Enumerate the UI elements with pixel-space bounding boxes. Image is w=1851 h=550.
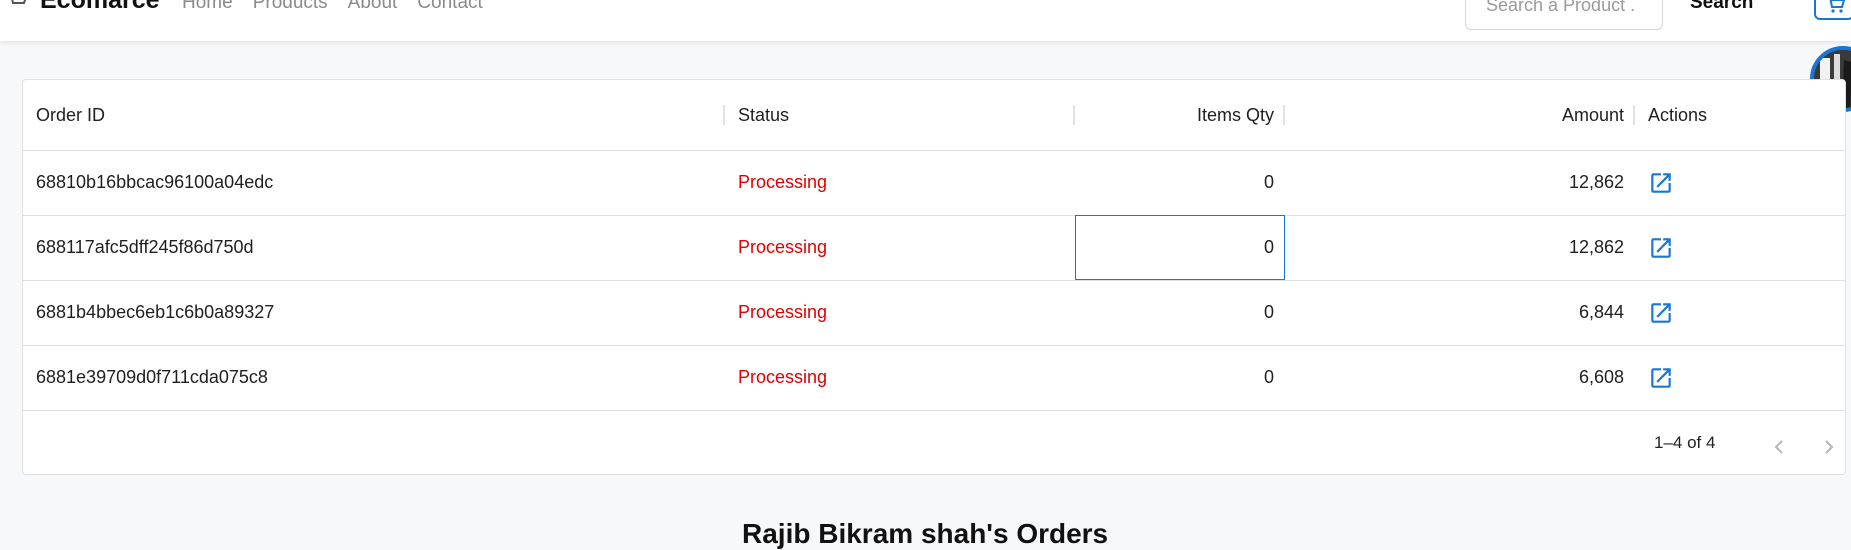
items-qty-cell-focused[interactable]: 0	[1075, 215, 1285, 280]
actions-cell	[1635, 215, 1835, 280]
column-separator[interactable]	[723, 105, 725, 125]
column-header-amount[interactable]: Amount	[1285, 80, 1635, 150]
items-qty-cell[interactable]: 0	[1075, 150, 1285, 215]
view-order-button[interactable]	[1648, 300, 1674, 326]
navbar: Ecomarce Home Products About Contact Sea…	[0, 0, 1851, 41]
orders-data-grid: Order ID Status Items Qty Amount Actions…	[22, 79, 1846, 475]
table-row[interactable]: 688117afc5dff245f86d750d Processing 0 12…	[23, 215, 1845, 281]
table-row[interactable]: 68810b16bbcac96100a04edc Processing 0 12…	[23, 150, 1845, 216]
amount-cell[interactable]: 12,862	[1285, 150, 1635, 215]
column-header-items-qty[interactable]: Items Qty	[1075, 80, 1285, 150]
open-in-new-icon	[1651, 237, 1671, 258]
table-row[interactable]: 6881b4bbec6eb1c6b0a89327 Processing 0 6,…	[23, 280, 1845, 346]
nav-link-products[interactable]: Products	[253, 0, 328, 14]
status-cell[interactable]: Processing	[725, 280, 1075, 345]
column-header-status[interactable]: Status	[725, 80, 1075, 150]
actions-cell	[1635, 150, 1835, 215]
chevron-left-icon	[1774, 440, 1783, 454]
view-order-button[interactable]	[1648, 170, 1674, 196]
column-separator[interactable]	[1073, 105, 1075, 125]
status-cell[interactable]: Processing	[725, 345, 1075, 410]
nav-links: Home Products About Contact	[182, 0, 483, 14]
status-cell[interactable]: Processing	[725, 215, 1075, 280]
amount-cell[interactable]: 6,608	[1285, 345, 1635, 410]
grid-footer: 1–4 of 4	[23, 411, 1845, 475]
nav-link-contact[interactable]: Contact	[417, 0, 482, 14]
actions-cell	[1635, 280, 1835, 345]
cart-logo-icon	[11, 0, 27, 4]
pagination-label: 1–4 of 4	[1654, 433, 1716, 452]
previous-page-button[interactable]	[1767, 435, 1791, 459]
table-row[interactable]: 6881e39709d0f711cda075c8 Processing 0 6,…	[23, 345, 1845, 411]
order-id-cell[interactable]: 688117afc5dff245f86d750d	[23, 215, 725, 280]
nav-link-home[interactable]: Home	[182, 0, 233, 14]
grid-header: Order ID Status Items Qty Amount Actions	[23, 80, 1845, 151]
items-qty-cell[interactable]: 0	[1075, 345, 1285, 410]
chevron-right-icon	[1825, 440, 1834, 454]
nav-link-about[interactable]: About	[348, 0, 398, 14]
items-qty-cell[interactable]: 0	[1075, 280, 1285, 345]
next-page-button[interactable]	[1817, 435, 1841, 459]
order-id-cell[interactable]: 68810b16bbcac96100a04edc	[23, 150, 725, 215]
brand-logo[interactable]: Ecomarce	[40, 0, 160, 15]
column-header-actions[interactable]: Actions	[1635, 80, 1835, 150]
column-separator[interactable]	[1283, 105, 1285, 125]
search-input[interactable]	[1465, 0, 1663, 30]
column-header-order-id[interactable]: Order ID	[23, 80, 725, 150]
actions-cell	[1635, 345, 1835, 410]
cart-icon	[1829, 0, 1846, 13]
amount-cell[interactable]: 12,862	[1285, 215, 1635, 280]
order-id-cell[interactable]: 6881b4bbec6eb1c6b0a89327	[23, 280, 725, 345]
open-in-new-icon	[1651, 172, 1671, 193]
open-in-new-icon	[1651, 302, 1671, 323]
status-cell[interactable]: Processing	[725, 150, 1075, 215]
view-order-button[interactable]	[1648, 235, 1674, 261]
amount-cell[interactable]: 6,844	[1285, 280, 1635, 345]
cart-button[interactable]	[1814, 0, 1851, 20]
open-in-new-icon	[1651, 367, 1671, 388]
page-title: Rajib Bikram shah's Orders	[742, 518, 1109, 549]
column-separator[interactable]	[1633, 105, 1635, 125]
search-button[interactable]: Search	[1690, 0, 1753, 14]
view-order-button[interactable]	[1648, 365, 1674, 391]
order-id-cell[interactable]: 6881e39709d0f711cda075c8	[23, 345, 725, 410]
